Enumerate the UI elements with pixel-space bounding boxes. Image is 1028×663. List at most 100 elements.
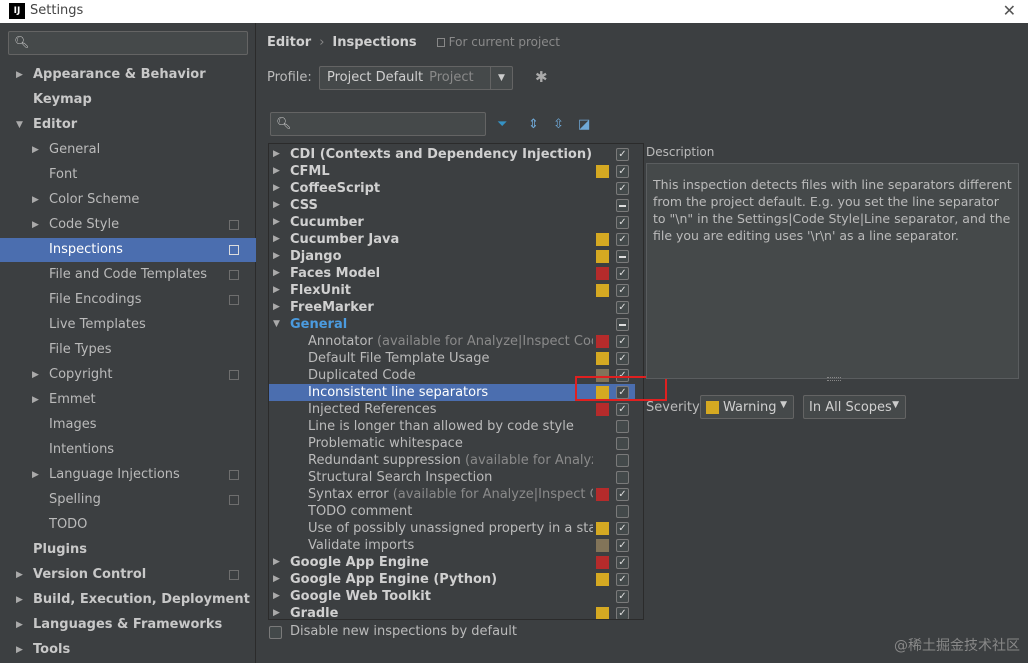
chevron-right-icon[interactable]: ▶	[273, 571, 280, 588]
severity-select[interactable]: Warning ▼	[700, 395, 794, 419]
chevron-down-icon[interactable]: ▼	[16, 113, 23, 137]
sidebar-item-file-encodings[interactable]: File Encodings	[0, 288, 256, 312]
sidebar-item-file-and-code-templates[interactable]: File and Code Templates	[0, 263, 256, 287]
sidebar-item-code-style[interactable]: ▶ Code Style	[0, 213, 256, 237]
inspection-item[interactable]: Structural Search Inspection	[269, 469, 635, 486]
inspection-item[interactable]: TODO comment	[269, 503, 635, 520]
sidebar-item-intentions[interactable]: Intentions	[0, 438, 256, 462]
inspection-group[interactable]: ▼ General	[269, 316, 635, 333]
enabled-checkbox[interactable]: ✓	[616, 573, 629, 586]
enabled-checkbox[interactable]: ✓	[616, 267, 629, 280]
filter-icon[interactable]: ⏷	[497, 117, 507, 132]
inspection-group[interactable]: ▶ CSS	[269, 197, 635, 214]
chevron-right-icon[interactable]: ▶	[32, 463, 39, 487]
enabled-checkbox[interactable]	[616, 318, 629, 331]
breadcrumb-editor[interactable]: Editor	[267, 35, 311, 50]
enabled-checkbox[interactable]: ✓	[616, 539, 629, 552]
inspection-group[interactable]: ▶ Faces Model ✓	[269, 265, 635, 282]
enabled-checkbox[interactable]	[616, 420, 629, 433]
enabled-checkbox[interactable]: ✓	[616, 590, 629, 603]
chevron-right-icon[interactable]: ▶	[273, 214, 280, 231]
sidebar-item-inspections[interactable]: Inspections	[0, 238, 256, 262]
enabled-checkbox[interactable]: ✓	[616, 165, 629, 178]
inspection-group[interactable]: ▶ Google Web Toolkit ✓	[269, 588, 635, 605]
enabled-checkbox[interactable]	[616, 454, 629, 467]
sidebar-item-spelling[interactable]: Spelling	[0, 488, 256, 512]
inspection-group[interactable]: ▶ Google App Engine (Python) ✓	[269, 571, 635, 588]
reset-icon[interactable]: ◪	[578, 117, 590, 132]
inspection-group[interactable]: ▶ CDI (Contexts and Dependency Injection)…	[269, 146, 635, 163]
inspection-group[interactable]: ▶ Django	[269, 248, 635, 265]
enabled-checkbox[interactable]: ✓	[616, 607, 629, 619]
disable-new-checkbox[interactable]	[269, 626, 282, 639]
chevron-right-icon[interactable]: ▶	[32, 188, 39, 212]
sidebar-item-copyright[interactable]: ▶ Copyright	[0, 363, 256, 387]
enabled-checkbox[interactable]: ✓	[616, 284, 629, 297]
close-icon[interactable]: ✕	[1003, 1, 1016, 20]
sidebar-item-tools[interactable]: ▶ Tools	[0, 638, 256, 662]
profile-select[interactable]: Project Default Project ▼	[319, 66, 513, 90]
chevron-right-icon[interactable]: ▶	[273, 180, 280, 197]
inspection-item[interactable]: Problematic whitespace	[269, 435, 635, 452]
enabled-checkbox[interactable]	[616, 437, 629, 450]
chevron-right-icon[interactable]: ▶	[273, 197, 280, 214]
inspection-group[interactable]: ▶ CFML ✓	[269, 163, 635, 180]
sidebar-item-general[interactable]: ▶ General	[0, 138, 256, 162]
gear-icon[interactable]: ✱	[535, 68, 548, 86]
inspection-item[interactable]: Use of possibly unassigned property in a…	[269, 520, 635, 537]
inspection-item[interactable]: Injected References ✓	[269, 401, 635, 418]
sidebar-item-file-types[interactable]: File Types	[0, 338, 256, 362]
chevron-right-icon[interactable]: ▶	[32, 388, 39, 412]
enabled-checkbox[interactable]: ✓	[616, 488, 629, 501]
sidebar-item-keymap[interactable]: Keymap	[0, 88, 256, 112]
chevron-right-icon[interactable]: ▶	[16, 588, 23, 612]
inspection-group[interactable]: ▶ Cucumber Java ✓	[269, 231, 635, 248]
chevron-right-icon[interactable]: ▶	[16, 638, 23, 662]
chevron-right-icon[interactable]: ▶	[273, 588, 280, 605]
sidebar-item-font[interactable]: Font	[0, 163, 256, 187]
inspection-search-input[interactable]: 🔍︎	[270, 112, 486, 136]
enabled-checkbox[interactable]: ✓	[616, 352, 629, 365]
chevron-right-icon[interactable]: ▶	[32, 213, 39, 237]
enabled-checkbox[interactable]: ✓	[616, 216, 629, 229]
inspection-group[interactable]: ▶ Google App Engine ✓	[269, 554, 635, 571]
sidebar-item-color-scheme[interactable]: ▶ Color Scheme	[0, 188, 256, 212]
sidebar-item-version-control[interactable]: ▶ Version Control	[0, 563, 256, 587]
enabled-checkbox[interactable]: ✓	[616, 556, 629, 569]
chevron-right-icon[interactable]: ▶	[273, 146, 280, 163]
sidebar-item-appearance-behavior[interactable]: ▶ Appearance & Behavior	[0, 63, 256, 87]
sidebar-item-images[interactable]: Images	[0, 413, 256, 437]
inspection-item[interactable]: Redundant suppression (available for Ana…	[269, 452, 635, 469]
settings-search-input[interactable]: 🔍︎	[8, 31, 248, 55]
inspection-item[interactable]: Line is longer than allowed by code styl…	[269, 418, 635, 435]
inspection-group[interactable]: ▶ FreeMarker ✓	[269, 299, 635, 316]
inspection-item[interactable]: Annotator (available for Analyze|Inspect…	[269, 333, 635, 350]
enabled-checkbox[interactable]: ✓	[616, 335, 629, 348]
chevron-right-icon[interactable]: ▶	[273, 299, 280, 316]
sidebar-item-live-templates[interactable]: Live Templates	[0, 313, 256, 337]
sidebar-item-languages-frameworks[interactable]: ▶ Languages & Frameworks	[0, 613, 256, 637]
chevron-right-icon[interactable]: ▶	[32, 363, 39, 387]
chevron-right-icon[interactable]: ▶	[16, 63, 23, 87]
inspection-group[interactable]: ▶ FlexUnit ✓	[269, 282, 635, 299]
chevron-right-icon[interactable]: ▶	[273, 282, 280, 299]
inspection-group[interactable]: ▶ CoffeeScript ✓	[269, 180, 635, 197]
sidebar-item-emmet[interactable]: ▶ Emmet	[0, 388, 256, 412]
chevron-right-icon[interactable]: ▶	[273, 554, 280, 571]
inspection-group[interactable]: ▶ Cucumber ✓	[269, 214, 635, 231]
enabled-checkbox[interactable]: ✓	[616, 233, 629, 246]
inspection-item[interactable]: Syntax error (available for Analyze|Insp…	[269, 486, 635, 503]
chevron-right-icon[interactable]: ▶	[273, 163, 280, 180]
chevron-down-icon[interactable]: ▼	[273, 316, 280, 333]
enabled-checkbox[interactable]	[616, 199, 629, 212]
chevron-right-icon[interactable]: ▶	[32, 138, 39, 162]
collapse-all-icon[interactable]: ⇳	[553, 117, 564, 132]
splitter-handle[interactable]	[827, 377, 841, 381]
enabled-checkbox[interactable]	[616, 505, 629, 518]
chevron-right-icon[interactable]: ▶	[16, 563, 23, 587]
sidebar-item-build-execution-deployment[interactable]: ▶ Build, Execution, Deployment	[0, 588, 256, 612]
sidebar-item-editor[interactable]: ▼ Editor	[0, 113, 256, 137]
sidebar-item-language-injections[interactable]: ▶ Language Injections	[0, 463, 256, 487]
sidebar-item-plugins[interactable]: Plugins	[0, 538, 256, 562]
chevron-right-icon[interactable]: ▶	[273, 605, 280, 619]
